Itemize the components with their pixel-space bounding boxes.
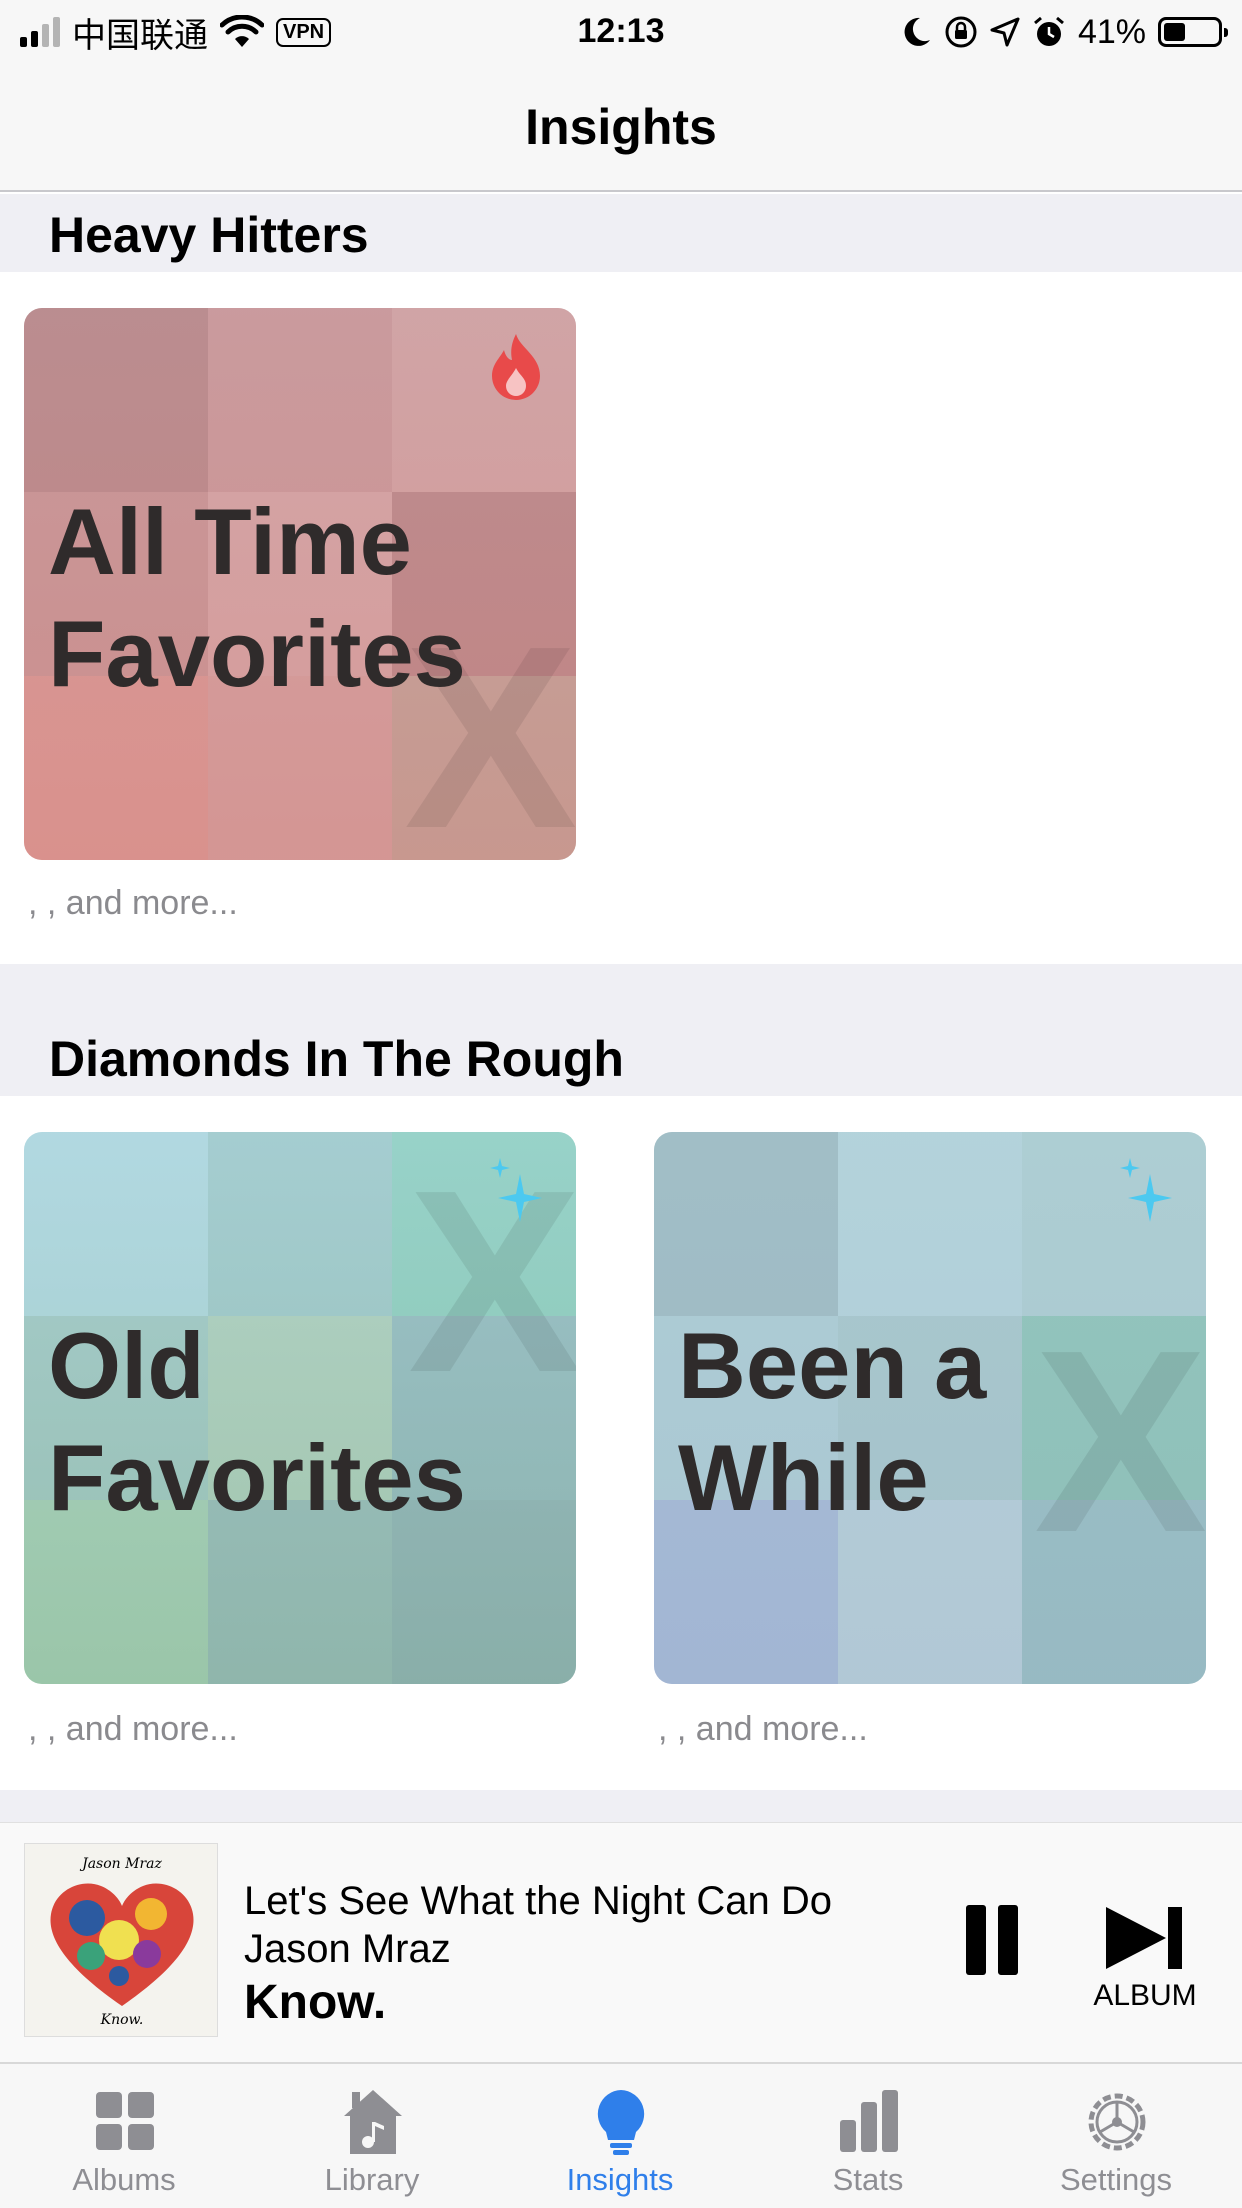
lightbulb-icon <box>597 2090 645 2155</box>
card-title-line1: Old <box>48 1313 205 1418</box>
tab-stats[interactable]: Stats <box>744 2064 992 2208</box>
card-more-text: , , and more... <box>28 884 238 922</box>
moon-icon <box>904 17 930 46</box>
navigation-bar: Insights <box>0 64 1242 192</box>
tab-insights[interactable]: Insights <box>496 2064 744 2208</box>
playlist-card-old-favorites[interactable]: X Old Favorites <box>24 1132 576 1684</box>
tab-albums[interactable]: Albums <box>0 2064 248 2208</box>
status-bar: 中国联通 VPN 12:13 41% <box>0 0 1242 64</box>
tab-library[interactable]: Library <box>248 2064 496 2208</box>
section-diamonds: X Old Favorites , , and more... X Been a… <box>0 1096 1242 1790</box>
albums-grid-icon <box>96 2092 154 2150</box>
page-title: Insights <box>525 99 717 155</box>
tab-label: Insights <box>566 2162 674 2197</box>
section-header-heavy-hitters: Heavy Hitters <box>0 194 1242 272</box>
section-header-diamonds: Diamonds In The Rough <box>0 964 1242 1096</box>
now-playing-song: Let's See What the Night Can Do <box>244 1879 832 1923</box>
section-separator <box>0 1790 1242 1822</box>
battery-icon <box>1158 17 1228 47</box>
bar-chart-icon <box>840 2090 898 2152</box>
next-album-label: ALBUM <box>1093 1979 1197 2012</box>
playlist-card-all-time-favorites[interactable]: X All Time Favorites <box>24 308 576 860</box>
skip-forward-icon <box>1106 1907 1182 1969</box>
battery-percent: 41% <box>1077 12 1146 51</box>
tab-label: Settings <box>1059 2162 1172 2197</box>
section-heavy-hitters: X All Time Favorites , , and more... <box>0 272 1242 964</box>
now-playing-album: Know. <box>244 1976 387 2029</box>
card-title-line1: Been a <box>678 1313 987 1418</box>
card-title-line2: Favorites <box>48 601 466 706</box>
album-artwork[interactable]: Jason Mraz Know. <box>24 1843 218 2037</box>
status-right: 41% <box>902 12 1228 52</box>
playlist-card-been-a-while[interactable]: X Been a While <box>654 1132 1206 1684</box>
gear-icon <box>1088 2093 1146 2151</box>
library-house-icon <box>344 2090 402 2154</box>
now-playing-artist: Jason Mraz <box>244 1927 451 1971</box>
card-background-art: X <box>1034 1297 1206 1587</box>
tab-settings[interactable]: Settings <box>992 2064 1240 2208</box>
alarm-icon <box>1033 16 1064 46</box>
card-more-text: , , and more... <box>658 1710 868 1748</box>
section-title: Diamonds In The Rough <box>49 1031 624 1087</box>
tab-label: Albums <box>72 2162 176 2197</box>
card-title-line2: Favorites <box>48 1425 466 1530</box>
location-arrow-icon <box>990 17 1020 47</box>
mini-player[interactable]: Jason Mraz Know. Let's See What the Nigh… <box>0 1822 1242 2062</box>
pause-icon-bar <box>998 1905 1018 1975</box>
sparkles-icon <box>1120 1158 1172 1222</box>
next-album-button[interactable]: ALBUM <box>1090 1905 1200 2015</box>
card-more-text: , , and more... <box>28 1710 238 1748</box>
tab-label: Stats <box>832 2162 904 2197</box>
rotation-lock-icon <box>945 16 977 48</box>
section-title: Heavy Hitters <box>49 207 369 263</box>
card-title-line2: While <box>678 1425 929 1530</box>
tab-bar: Albums Library Insights Stats Settings <box>0 2062 1242 2208</box>
artwork-artist-text: Jason Mraz <box>82 1856 162 1872</box>
flame-icon <box>492 334 540 400</box>
sparkles-icon <box>490 1158 542 1222</box>
heart-art-icon <box>50 1883 194 2006</box>
artwork-album-text: Know. <box>100 2012 144 2028</box>
tab-label: Library <box>324 2162 420 2197</box>
card-title-line1: All Time <box>48 489 412 594</box>
pause-button[interactable] <box>960 1905 1024 1975</box>
pause-icon <box>966 1905 986 1975</box>
